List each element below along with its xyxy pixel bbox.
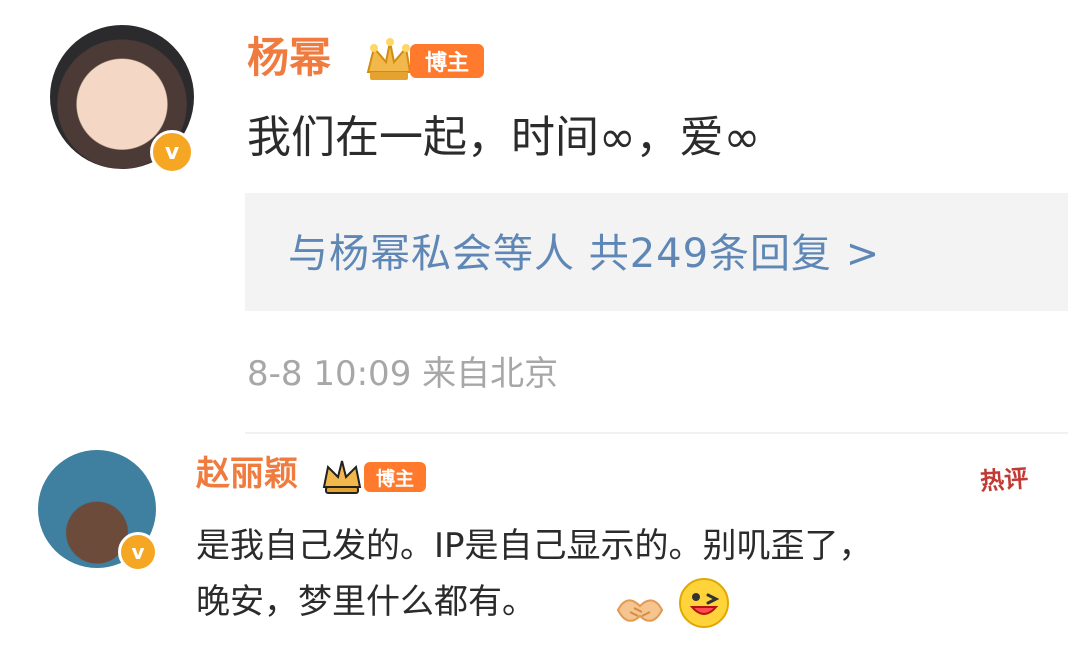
post-meta: 8-8 10:09 来自北京 bbox=[247, 354, 559, 394]
reply-summary-link[interactable]: 与杨幂私会等人 共249条回复 > bbox=[288, 224, 880, 284]
post-content: 我们在一起，时间∞，爱∞ bbox=[247, 112, 761, 163]
verified-badge-icon: v bbox=[150, 130, 194, 174]
hot-comment-badge: 热评 bbox=[979, 464, 1030, 496]
divider bbox=[245, 432, 1068, 434]
verified-badge-icon: v bbox=[118, 532, 158, 572]
reply-line-1: 是我自己发的。IP是自己显示的。别叽歪了， bbox=[196, 526, 873, 566]
crown-icon bbox=[318, 455, 366, 497]
blogger-badge: 博主 bbox=[364, 462, 426, 492]
grin-face-icon bbox=[676, 575, 732, 631]
author-name[interactable]: 赵丽颖 bbox=[196, 452, 298, 496]
blogger-badge: 博主 bbox=[410, 44, 484, 78]
handshake-icon bbox=[612, 580, 668, 636]
author-name[interactable]: 杨幂 bbox=[247, 33, 331, 83]
